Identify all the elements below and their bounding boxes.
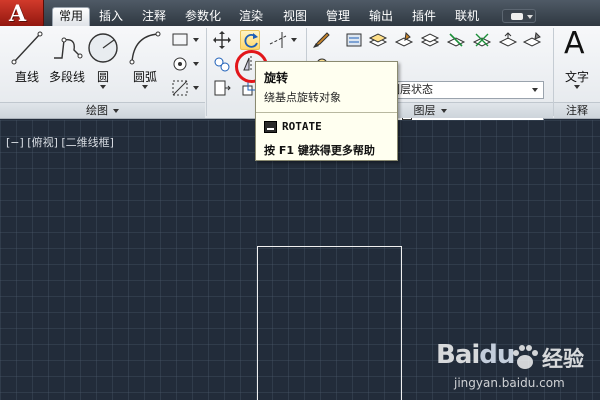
watermark-brand: Baidu xyxy=(436,340,515,370)
circle-icon xyxy=(88,33,118,63)
layer-tool-8[interactable] xyxy=(522,30,542,50)
stretch-icon xyxy=(214,80,231,96)
tooltip-title: 旋转 xyxy=(264,71,289,85)
chevron-down-icon xyxy=(100,85,106,89)
application-menu-button[interactable]: A xyxy=(0,0,44,28)
hatch-tool-button[interactable] xyxy=(170,54,190,74)
tooltip-help: 按 F1 键获得更多帮助 xyxy=(264,144,375,157)
tab-manage[interactable]: 管理 xyxy=(324,8,352,26)
chevron-down-icon xyxy=(142,85,148,89)
rotate-icon xyxy=(244,33,258,48)
circle-tool-button[interactable]: 圆 xyxy=(80,28,126,96)
hatch-icon xyxy=(173,57,187,71)
tab-plugins[interactable]: 插件 xyxy=(410,8,438,26)
copy-icon xyxy=(214,57,230,72)
chevron-down-icon xyxy=(113,109,119,113)
rotate-tooltip: 旋转 绕基点旋转对象 ROTATE 按 F1 键获得更多帮助 xyxy=(255,61,398,161)
annotation-panel-title[interactable]: 注释 xyxy=(554,102,600,118)
layer-tool-1[interactable] xyxy=(344,30,364,50)
tab-annotate[interactable]: 注释 xyxy=(140,8,168,26)
tooltip-divider xyxy=(256,112,397,113)
drawn-rectangle[interactable] xyxy=(257,246,402,400)
brush-icon xyxy=(313,32,330,48)
layers-iso-icon xyxy=(498,32,518,47)
tab-output[interactable]: 输出 xyxy=(367,8,395,26)
tab-render[interactable]: 渲染 xyxy=(237,8,265,26)
arc-icon xyxy=(129,31,161,65)
watermark-cn: 经验 xyxy=(542,347,584,371)
move-icon xyxy=(213,31,231,49)
drawing-canvas[interactable]: [−] [俯视] [二维线框] Baidu 经验 jingyan.baidu.c… xyxy=(0,120,600,400)
tab-online[interactable]: 联机 xyxy=(453,8,481,26)
copy-tool-button[interactable] xyxy=(212,54,232,74)
rectangle-tool-button[interactable] xyxy=(170,30,190,50)
arc-tool-button[interactable]: 圆弧 xyxy=(122,28,168,96)
tab-insert[interactable]: 插入 xyxy=(97,8,125,26)
chevron-down-icon[interactable] xyxy=(193,62,199,66)
tab-view[interactable]: 视图 xyxy=(281,8,309,26)
layers-icon xyxy=(346,33,362,47)
layer-tool-2[interactable] xyxy=(368,30,388,50)
layer-match-icon xyxy=(522,31,542,47)
layer-tool-3[interactable] xyxy=(394,30,414,50)
layer-tool-4[interactable] xyxy=(420,30,440,50)
stretch-tool-button[interactable] xyxy=(212,78,232,98)
chevron-down-icon xyxy=(532,88,538,92)
text-a-icon: A xyxy=(564,26,585,61)
line-icon xyxy=(11,31,43,65)
chevron-down-icon[interactable] xyxy=(193,86,199,90)
polyline-icon xyxy=(54,37,83,59)
layer-properties-button[interactable] xyxy=(310,30,330,50)
paw-icon xyxy=(513,345,538,369)
rectangle-icon xyxy=(172,33,188,46)
chevron-down-icon xyxy=(440,109,447,113)
grid-hatch-icon xyxy=(172,80,188,96)
layer-tool-6[interactable] xyxy=(472,30,492,50)
ribbon-tab-bar: A 常用 插入 注释 参数化 渲染 视图 管理 输出 插件 联机 xyxy=(0,0,600,28)
baidu-jingyan-watermark: Baidu 经验 jingyan.baidu.com xyxy=(430,338,598,398)
command-line-icon xyxy=(264,121,277,133)
chevron-down-icon[interactable] xyxy=(291,38,297,42)
tooltip-description: 绕基点旋转对象 xyxy=(264,91,341,104)
ribbon-minimize-toggle[interactable] xyxy=(502,9,536,23)
layer-tool-7[interactable] xyxy=(498,30,518,50)
layer-tool-5[interactable] xyxy=(446,30,466,50)
layer-brush-icon xyxy=(394,31,414,47)
draw-panel-title[interactable]: 绘图 xyxy=(0,102,205,118)
layers-check-icon xyxy=(420,33,440,47)
chevron-down-icon[interactable] xyxy=(193,38,199,42)
tab-home[interactable]: 常用 xyxy=(52,7,91,26)
text-tool-label: 文字 xyxy=(564,70,589,84)
viewport-controls-label[interactable]: [−] [俯视] [二维线框] xyxy=(6,134,114,150)
app-logo-icon: A xyxy=(9,1,27,27)
layers-off-icon xyxy=(446,33,466,47)
text-tool-button[interactable]: A 文字 xyxy=(554,26,600,96)
chevron-down-icon xyxy=(574,85,580,89)
gradient-tool-button[interactable] xyxy=(170,78,190,98)
rotate-tool-button[interactable] xyxy=(240,30,260,50)
arc-tool-label: 圆弧 xyxy=(132,70,157,84)
layers-stack-icon xyxy=(368,33,388,47)
watermark-url: jingyan.baidu.com xyxy=(454,376,565,390)
layers-lock-icon xyxy=(472,33,492,47)
trim-tool-button[interactable] xyxy=(268,30,288,50)
trim-icon xyxy=(269,32,287,48)
tab-parametric[interactable]: 参数化 xyxy=(183,8,223,26)
move-tool-button[interactable] xyxy=(212,30,232,50)
tooltip-command: ROTATE xyxy=(282,120,322,133)
